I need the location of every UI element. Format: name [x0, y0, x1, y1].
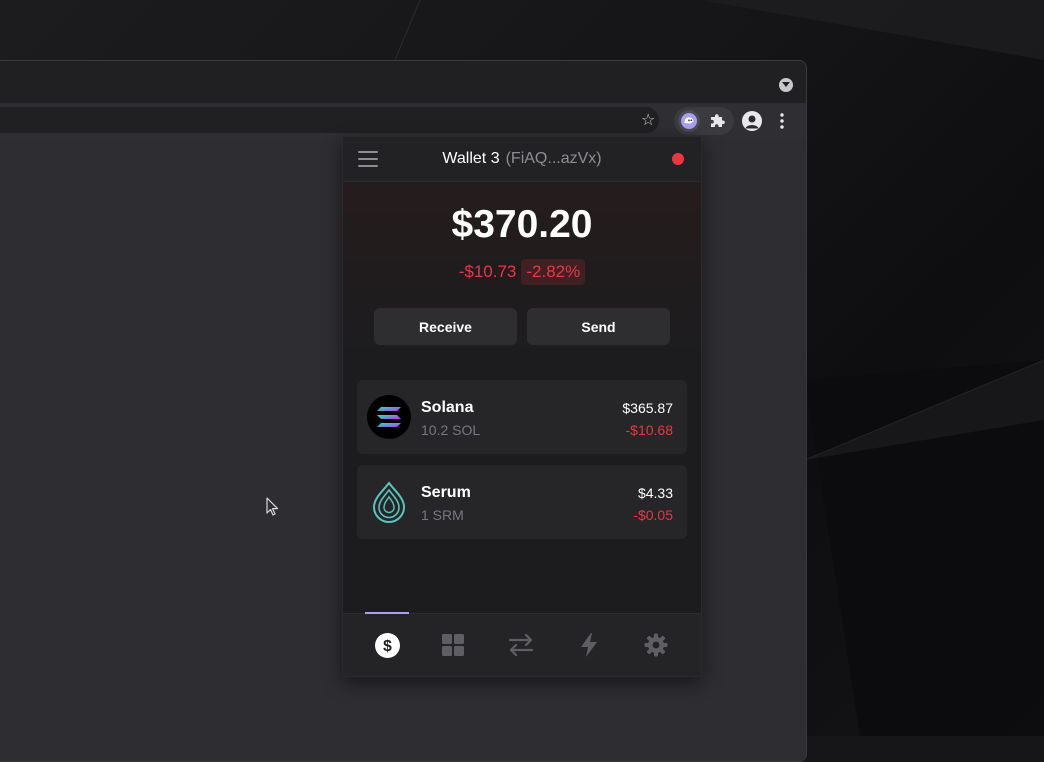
puzzle-extensions-icon[interactable] — [708, 112, 726, 130]
nav-tab-settings[interactable] — [643, 632, 669, 658]
balance-change: -$10.73 -2.82% — [343, 259, 701, 285]
bookmark-star-icon[interactable]: ☆ — [641, 113, 655, 129]
serum-drop-graphic — [372, 481, 406, 523]
browser-toolbar: ☆ — [0, 103, 806, 139]
wallet-selector[interactable]: Wallet 3 (FiAQ...azVx) — [343, 150, 701, 168]
more-options-icon[interactable] — [780, 113, 784, 129]
phantom-ghost-icon — [681, 113, 697, 129]
swap-arrows-icon — [508, 634, 534, 656]
balance-change-percent: -2.82% — [521, 259, 586, 285]
connection-status-indicator[interactable] — [672, 153, 684, 165]
token-change: -$0.05 — [633, 507, 673, 523]
wallet-header: Wallet 3 (FiAQ...azVx) — [343, 137, 701, 182]
solana-logo-icon — [367, 395, 411, 439]
token-row-serum[interactable]: Serum 1 SRM $4.33 -$0.05 — [357, 465, 687, 539]
total-balance: $370.20 — [451, 203, 593, 246]
mouse-cursor-icon — [266, 497, 279, 516]
token-name: Solana — [421, 399, 474, 416]
chevron-down-icon — [782, 82, 790, 87]
nav-tab-tokens[interactable]: $ — [374, 632, 400, 658]
wallet-address: (FiAQ...azVx) — [505, 150, 602, 167]
extensions-group — [674, 107, 734, 135]
token-amount: 10.2 SOL — [421, 422, 481, 438]
nav-tab-activity[interactable] — [576, 632, 602, 658]
tab-search-button[interactable] — [779, 78, 793, 92]
phantom-extension-button[interactable] — [678, 110, 700, 132]
token-value: $365.87 — [622, 400, 673, 416]
serum-logo-icon — [367, 480, 411, 524]
solana-bars-graphic — [377, 407, 401, 427]
gear-icon — [644, 633, 668, 657]
send-button[interactable]: Send — [527, 308, 670, 345]
active-tab-indicator — [365, 612, 409, 614]
tab-strip — [0, 61, 806, 103]
token-amount: 1 SRM — [421, 507, 464, 523]
token-name: Serum — [421, 484, 471, 501]
balance-change-value: -$10.73 — [458, 262, 517, 281]
person-icon — [745, 115, 759, 129]
dollar-icon: $ — [374, 632, 400, 658]
token-change: -$10.68 — [625, 422, 673, 438]
lightning-icon — [581, 633, 597, 657]
receive-button[interactable]: Receive — [374, 308, 517, 345]
profile-avatar-button[interactable] — [742, 111, 762, 131]
bottom-navigation: $ — [343, 612, 701, 676]
nav-tab-collectibles[interactable] — [440, 632, 466, 658]
token-row-solana[interactable]: Solana 10.2 SOL $365.87 -$10.68 — [357, 380, 687, 454]
svg-text:$: $ — [383, 638, 392, 655]
grid-icon — [442, 634, 464, 656]
phantom-wallet-popup: Wallet 3 (FiAQ...azVx) $370.20 -$10.73 -2.… — [342, 136, 702, 677]
address-bar[interactable] — [0, 107, 659, 133]
wallet-name-label: Wallet 3 — [442, 150, 500, 167]
token-value: $4.33 — [637, 485, 673, 501]
nav-tab-swap[interactable] — [508, 632, 534, 658]
